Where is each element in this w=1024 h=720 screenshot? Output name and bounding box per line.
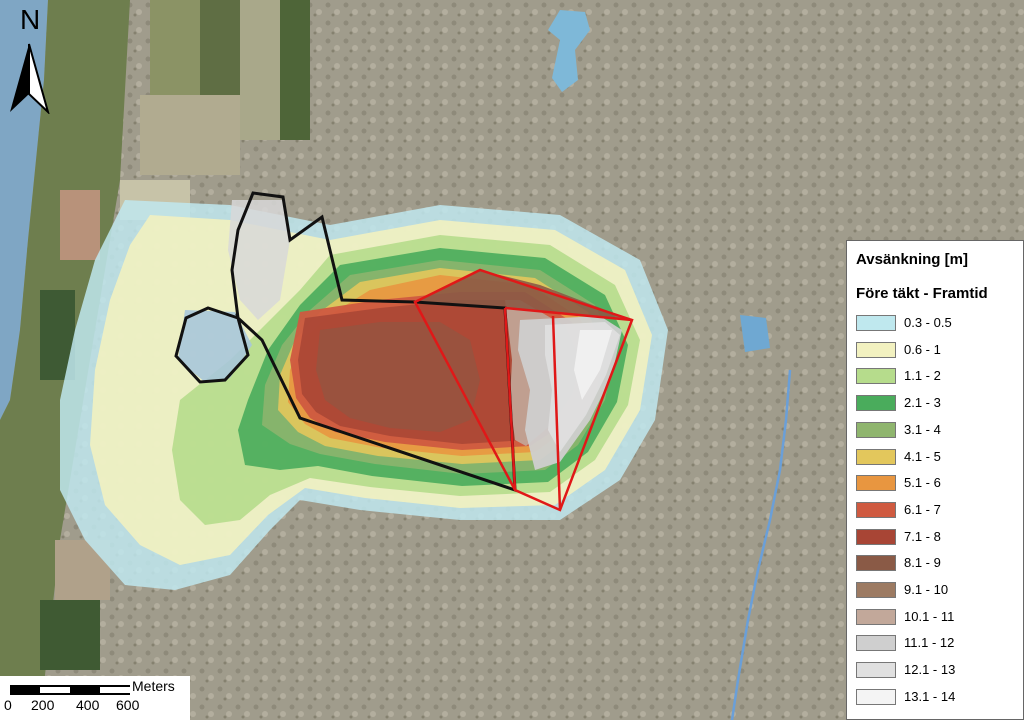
scale-tick: 400: [76, 697, 100, 713]
legend-label: 1.1 - 2: [904, 368, 941, 384]
legend-swatch: [856, 448, 896, 465]
legend-label: 5.1 - 6: [904, 475, 941, 491]
legend-subtitle: Före täkt - Framtid: [856, 285, 988, 302]
legend-label: 2.1 - 3: [904, 395, 941, 411]
legend-swatch: [856, 395, 896, 412]
legend: Avsänkning [m] Före täkt - Framtid 0.3 -…: [846, 240, 1024, 720]
legend-swatch: [856, 582, 896, 598]
legend-title: Avsänkning [m]: [856, 251, 968, 268]
legend-swatch: [856, 501, 896, 518]
scale-bar: Meters 0 200 400 600: [0, 676, 190, 720]
legend-swatch: [856, 608, 896, 625]
legend-label: 10.1 - 11: [904, 608, 955, 624]
legend-item: 3.1 - 4: [856, 420, 1016, 442]
legend-swatch: [856, 528, 896, 545]
legend-label: 6.1 - 7: [904, 501, 941, 517]
legend-item: 12.1 - 13: [856, 660, 1016, 682]
legend-swatch: [856, 368, 896, 385]
legend-item: 0.6 - 1: [856, 340, 1016, 362]
legend-label: 12.1 - 13: [904, 662, 956, 678]
legend-swatch: [856, 341, 896, 358]
scale-tick: 0: [4, 697, 12, 713]
legend-item: 1.1 - 2: [856, 366, 1016, 388]
legend-label: 4.1 - 5: [904, 448, 941, 464]
north-arrow-icon: [10, 43, 50, 114]
legend-item: 7.1 - 8: [856, 527, 1016, 549]
legend-label: 8.1 - 9: [904, 555, 941, 571]
north-arrow: N: [4, 4, 54, 114]
scale-tick: 200: [31, 697, 55, 713]
legend-item: 2.1 - 3: [856, 393, 1016, 415]
legend-swatch: [856, 555, 896, 572]
scale-units: Meters: [132, 678, 175, 694]
legend-swatch: [856, 688, 896, 705]
legend-swatch: [856, 662, 896, 679]
scale-tick: 600: [116, 697, 140, 713]
legend-item: 5.1 - 6: [856, 473, 1016, 495]
legend-label: 11.1 - 12: [904, 635, 955, 651]
legend-label: 9.1 - 10: [904, 582, 949, 597]
legend-swatch: [856, 421, 896, 438]
legend-item: 0.3 - 0.5: [856, 313, 1016, 335]
legend-item: 4.1 - 5: [856, 447, 1016, 469]
legend-label: 13.1 - 14: [904, 688, 956, 704]
legend-item: 8.1 - 9: [856, 553, 1016, 575]
legend-item: 10.1 - 11: [856, 607, 1016, 629]
legend-item: 11.1 - 12: [856, 633, 1016, 655]
legend-label: 7.1 - 8: [904, 528, 941, 544]
legend-item: 6.1 - 7: [856, 500, 1016, 522]
legend-item: 9.1 - 10: [856, 580, 1016, 602]
legend-swatch: [856, 635, 896, 652]
pond-east: [740, 315, 770, 352]
legend-swatch: [856, 475, 896, 492]
legend-label: 0.3 - 0.5: [904, 315, 952, 330]
legend-item: 13.1 - 14: [856, 687, 1016, 709]
legend-label: 0.6 - 1: [904, 341, 941, 357]
legend-swatch: [856, 315, 896, 331]
legend-label: 3.1 - 4: [904, 421, 941, 437]
